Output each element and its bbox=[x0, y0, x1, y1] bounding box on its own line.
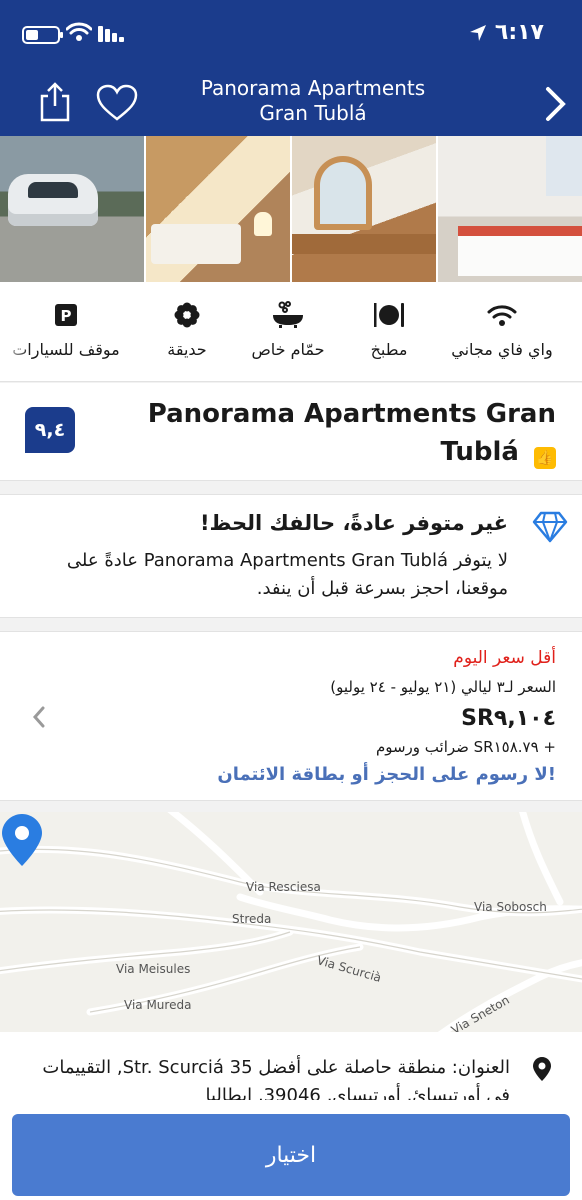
sink-image bbox=[292, 234, 436, 254]
price-taxes: + SR١٥٨.٧٩ ضرائب ورسوم bbox=[375, 738, 556, 756]
status-bar: ٦:١٧ bbox=[0, 0, 582, 68]
property-name: Panorama Apartments Gran Tublá 👍 bbox=[126, 395, 556, 471]
chevron-left-icon[interactable] bbox=[32, 706, 46, 728]
facility-bathroom: حمّام خاص bbox=[238, 300, 338, 370]
bottom-action-bar: اختيار bbox=[0, 1100, 582, 1200]
window-image bbox=[546, 136, 582, 196]
scarcity-card: غير متوفر عادةً، حالفك الحظ! لا يتوفر Pa… bbox=[0, 494, 582, 618]
facility-wifi: واي فاي مجاني bbox=[442, 300, 562, 370]
bed-image bbox=[151, 224, 241, 264]
price-nights: السعر لـ٣ ليالي (٢١ يوليو - ٢٤ يوليو) bbox=[330, 678, 556, 696]
select-button[interactable]: اختيار bbox=[12, 1114, 570, 1196]
wifi-status-icon bbox=[66, 22, 92, 41]
lamp-image bbox=[254, 212, 272, 236]
chevron-right-icon[interactable] bbox=[544, 86, 568, 122]
status-time: ٦:١٧ bbox=[494, 20, 544, 45]
battery-icon bbox=[22, 26, 63, 44]
facility-label: حمّام خاص bbox=[251, 340, 325, 359]
map-road-label: Via Sobosch bbox=[474, 900, 547, 914]
facility-garden: حديقة bbox=[152, 300, 222, 370]
map-road-label: Via Resciesa bbox=[246, 880, 321, 894]
bathtub-icon bbox=[273, 301, 303, 328]
location-pin-icon bbox=[533, 1057, 551, 1081]
photo-gallery[interactable] bbox=[0, 136, 582, 282]
header-title-line1: Panorama Apartments bbox=[200, 76, 426, 100]
facilities-strip[interactable]: واي فاي مجاني مطبخ حمّام خاص حديقة P موق… bbox=[0, 282, 582, 382]
facility-label: حديقة bbox=[167, 340, 207, 359]
parking-icon: P bbox=[55, 304, 77, 326]
dining-icon bbox=[374, 303, 404, 327]
favorite-heart-icon[interactable] bbox=[96, 84, 138, 122]
svg-text:P: P bbox=[61, 307, 72, 325]
flower-icon bbox=[174, 302, 200, 328]
photo-exterior[interactable] bbox=[0, 136, 144, 282]
signal-icon bbox=[98, 26, 124, 42]
header-title-line2: Gran Tublá bbox=[259, 101, 367, 125]
top-bar: ٦:١٧ Panorama Apartments Gran Tublá bbox=[0, 0, 582, 136]
header-title: Panorama Apartments Gran Tublá bbox=[170, 76, 456, 126]
thumbs-up-icon: 👍 bbox=[534, 447, 556, 469]
price-card[interactable]: أقل سعر اليوم السعر لـ٣ ليالي (٢١ يوليو … bbox=[0, 631, 582, 801]
property-name-text: Panorama Apartments Gran Tublá bbox=[147, 399, 556, 467]
map-road-label: Via Mureda bbox=[124, 998, 192, 1012]
share-icon[interactable] bbox=[38, 82, 72, 122]
scarcity-title: غير متوفر عادةً، حالفك الحظ! bbox=[199, 511, 508, 535]
photo-bathroom[interactable] bbox=[292, 136, 436, 282]
facility-label: واي فاي مجاني bbox=[451, 340, 553, 359]
photo-bunk-room[interactable] bbox=[146, 136, 290, 282]
free-booking-note: !لا رسوم على الحجز أو بطاقة الائتمان bbox=[217, 764, 556, 785]
scarcity-body: لا يتوفر Panorama Apartments Gran Tublá … bbox=[66, 550, 508, 599]
diamond-icon bbox=[532, 511, 568, 543]
scroll-fade bbox=[0, 282, 30, 381]
mirror-image bbox=[314, 156, 372, 230]
wifi-icon bbox=[487, 305, 517, 326]
map-pin-icon[interactable] bbox=[0, 812, 44, 868]
photo-bedroom[interactable] bbox=[438, 136, 582, 282]
facility-label: مطبخ bbox=[370, 340, 408, 359]
lowest-price-label: أقل سعر اليوم bbox=[453, 648, 556, 668]
property-title-card: Panorama Apartments Gran Tublá 👍 ٩,٤ bbox=[0, 383, 582, 481]
bed-image bbox=[458, 226, 582, 276]
facility-kitchen: مطبخ bbox=[354, 300, 424, 370]
location-map[interactable]: Via Resciesa Streda Via Sobosch Via Meis… bbox=[0, 812, 582, 1032]
location-arrow-icon bbox=[470, 25, 486, 41]
review-score-badge[interactable]: ٩,٤ bbox=[25, 407, 75, 453]
price-amount: SR٩,١٠٤ bbox=[461, 706, 556, 731]
car-image bbox=[8, 174, 98, 226]
map-road-label: Streda bbox=[232, 912, 272, 926]
map-road-label: Via Meisules bbox=[116, 962, 191, 976]
